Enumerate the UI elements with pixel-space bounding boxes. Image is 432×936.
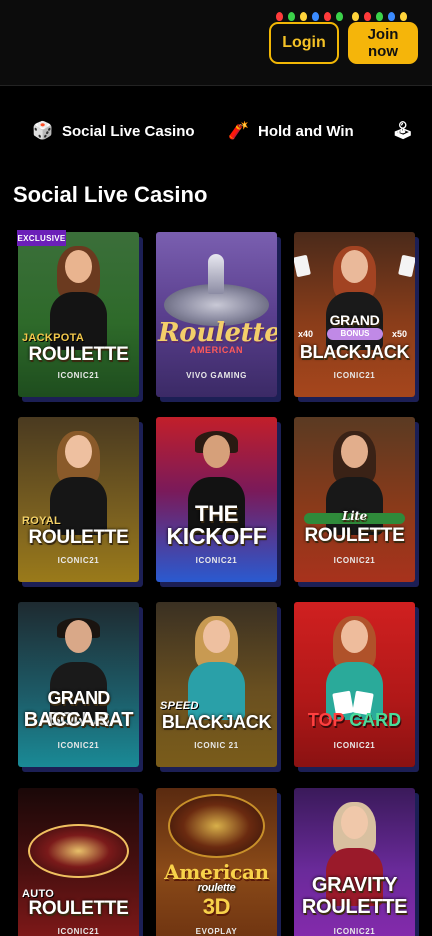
game-title-small: SPEED	[160, 700, 199, 712]
game-title: Roulette	[158, 318, 277, 348]
game-provider: ICONIC21	[57, 741, 100, 750]
join-label-line2: now	[368, 43, 398, 60]
tab-social-live-casino[interactable]: 🎲 Social Live Casino	[32, 110, 195, 152]
dice-icon: 🎲	[32, 121, 54, 140]
game-provider: EVOPLAY	[195, 927, 238, 936]
game-card-auto-roulette[interactable]: AUTO ROULETTE ICONIC21	[18, 788, 139, 936]
game-card-grand-bonus-baccarat[interactable]: GRAND BONUS BACCARAT ICONIC21	[18, 602, 139, 767]
playing-card-right	[398, 254, 415, 278]
multiplier-left: x40	[298, 329, 314, 339]
game-card-top-card[interactable]: TOP CARD ICONIC21	[294, 602, 415, 767]
joystick-icon: 🕹	[392, 121, 414, 140]
game-card-speed-blackjack[interactable]: SPEED BLACKJACK ICONIC 21	[156, 602, 277, 767]
game-title-small: GRAVITY	[311, 874, 398, 896]
game-provider: ICONIC21	[57, 556, 100, 565]
game-title-group: TOP CARD	[298, 710, 411, 731]
tab-arcade[interactable]: 🕹	[392, 110, 414, 152]
game-title: ROULETTE	[28, 344, 129, 365]
game-card-gravity-roulette[interactable]: GRAVITY ROULETTE ICONIC21	[294, 788, 415, 936]
game-provider: ICONIC21	[333, 371, 376, 380]
game-title: CARD	[349, 710, 402, 730]
game-provider: ICONIC 21	[194, 741, 239, 750]
game-title: ROULETTE	[301, 896, 408, 918]
game-subtitle: roulette	[197, 882, 236, 894]
game-title: ROULETTE	[28, 898, 129, 919]
game-provider: ICONIC21	[195, 556, 238, 565]
game-card-the-kickoff[interactable]: THE KICKOFF ICONIC21	[156, 417, 277, 582]
game-title: ROULETTE	[28, 527, 129, 548]
tab-hold-and-win[interactable]: 🧨 Hold and Win	[228, 110, 354, 152]
category-tabs: 🎲 Social Live Casino 🧨 Hold and Win 🕹	[0, 110, 432, 152]
join-label-line1: Join	[367, 26, 399, 43]
exclusive-badge: EXCLUSIVE	[17, 230, 66, 246]
join-now-button[interactable]: Join now	[348, 22, 418, 64]
game-card-jackpota-roulette[interactable]: JACKPOTA ROULETTE ICONIC21	[18, 232, 139, 397]
game-title-small: ROYAL	[22, 515, 61, 527]
game-provider: ICONIC21	[333, 927, 376, 936]
top-header: Login Join now	[0, 0, 432, 86]
bonus-pill: BONUS	[327, 328, 383, 340]
tab-label: Hold and Win	[258, 122, 354, 140]
game-title-small: JACKPOTA	[22, 332, 85, 344]
game-title: ROULETTE	[304, 525, 405, 546]
game-title: BACCARAT	[23, 709, 134, 731]
dynamite-icon: 🧨	[228, 121, 250, 140]
game-title-small: TOP	[307, 710, 345, 730]
playing-card-left	[294, 254, 311, 278]
game-title: KICKOFF	[166, 523, 267, 549]
game-card-royal-roulette[interactable]: ROYAL ROULETTE ICONIC21	[18, 417, 139, 582]
game-card-lite-roulette[interactable]: Lite ROULETTE ICONIC21	[294, 417, 415, 582]
game-subtitle: AMERICAN	[189, 345, 244, 355]
roulette-wheel-image	[168, 794, 265, 858]
game-title-small: Lite	[342, 509, 367, 523]
section-title: Social Live Casino	[13, 182, 208, 207]
game-provider: ICONIC21	[57, 927, 100, 936]
game-card-american-roulette-3d[interactable]: American roulette 3D EVOPLAY	[156, 788, 277, 936]
login-button[interactable]: Login	[269, 22, 339, 64]
game-card-grand-bonus-blackjack[interactable]: GRAND x40 BONUS x50 BLACKJACK ICONIC21	[294, 232, 415, 397]
tab-label: Social Live Casino	[62, 122, 195, 140]
game-provider: ICONIC21	[57, 371, 100, 380]
game-title: 3D	[202, 894, 231, 919]
game-title-small: GRAND	[329, 312, 380, 328]
multiplier-right: x50	[392, 329, 408, 339]
game-provider: ICONIC21	[333, 556, 376, 565]
game-provider: ICONIC21	[333, 741, 376, 750]
game-title: BLACKJACK	[161, 712, 272, 732]
game-title: BLACKJACK	[299, 342, 410, 362]
game-card-american-roulette[interactable]: Roulette AMERICAN VIVO GAMING	[156, 232, 277, 397]
game-title-small: American	[164, 860, 269, 884]
roulette-wheel-image	[28, 824, 129, 878]
game-provider: VIVO GAMING	[186, 371, 247, 380]
wheel-spindle	[208, 254, 224, 294]
